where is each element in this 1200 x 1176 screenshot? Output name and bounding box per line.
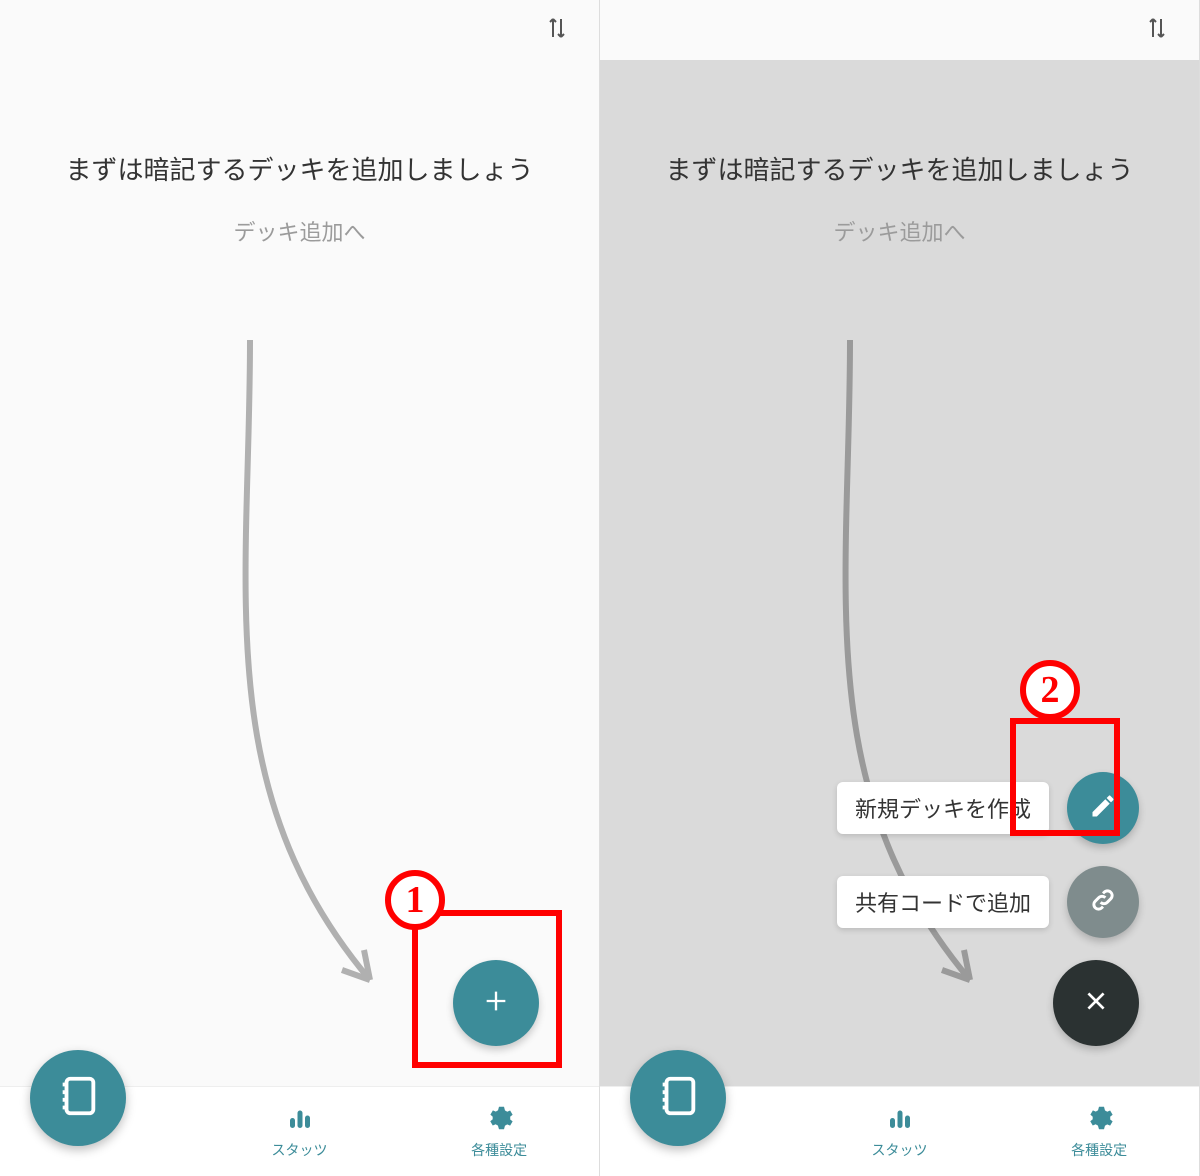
empty-title: まずは暗記するデッキを追加しましょう: [0, 150, 599, 187]
nav-stats[interactable]: スタッツ: [800, 1103, 1000, 1160]
screen-before: まずは暗記するデッキを追加しましょう デッキ追加へ: [0, 0, 600, 1176]
dial-close-row: x: [988, 960, 1139, 1046]
guide-arrow: [150, 340, 450, 1020]
nav-stats[interactable]: スタッツ: [200, 1103, 400, 1160]
gear-icon: [484, 1103, 514, 1136]
nav-stats-label: スタッツ: [272, 1140, 328, 1160]
pencil-icon: [1089, 792, 1117, 825]
nav-settings-label: 各種設定: [1071, 1140, 1127, 1160]
dial-create-label[interactable]: 新規デッキを作成: [837, 782, 1049, 834]
gear-icon: [1084, 1103, 1114, 1136]
dial-share-label[interactable]: 共有コードで追加: [837, 876, 1049, 928]
empty-subtitle: デッキ追加へ: [0, 215, 599, 247]
bars-icon: [285, 1103, 315, 1136]
bottom-nav: スタッツ 各種設定: [600, 1086, 1199, 1176]
empty-subtitle: デッキ追加へ: [600, 215, 1199, 247]
notebook-icon: [55, 1073, 101, 1124]
add-deck-fab[interactable]: [453, 960, 539, 1046]
topbar: [0, 0, 599, 60]
bars-icon: [885, 1103, 915, 1136]
speed-dial: 新規デッキを作成 共有コードで追加: [837, 772, 1139, 1046]
close-icon: [1083, 988, 1109, 1019]
share-code-button[interactable]: [1067, 866, 1139, 938]
nav-settings[interactable]: 各種設定: [399, 1103, 599, 1160]
sort-icon[interactable]: [1145, 16, 1169, 45]
create-deck-button[interactable]: [1067, 772, 1139, 844]
empty-state: まずは暗記するデッキを追加しましょう デッキ追加へ: [0, 60, 599, 1086]
nav-settings-label: 各種設定: [471, 1140, 527, 1160]
nav-settings[interactable]: 各種設定: [999, 1103, 1199, 1160]
close-speed-dial-button[interactable]: [1053, 960, 1139, 1046]
bottom-nav: スタッツ 各種設定: [0, 1086, 599, 1176]
nav-stats-label: スタッツ: [872, 1140, 928, 1160]
plus-icon: [482, 987, 510, 1020]
link-icon: [1089, 886, 1117, 919]
sort-icon[interactable]: [545, 16, 569, 45]
empty-title: まずは暗記するデッキを追加しましょう: [600, 150, 1199, 187]
dial-share-row: 共有コードで追加: [837, 866, 1139, 938]
screen-after: まずは暗記するデッキを追加しましょう デッキ追加へ 新規デッキを作成: [600, 0, 1200, 1176]
topbar: [600, 0, 1199, 60]
nav-decks-active[interactable]: [630, 1050, 726, 1146]
dial-create-row: 新規デッキを作成: [837, 772, 1139, 844]
nav-decks-active[interactable]: [30, 1050, 126, 1146]
notebook-icon: [655, 1073, 701, 1124]
